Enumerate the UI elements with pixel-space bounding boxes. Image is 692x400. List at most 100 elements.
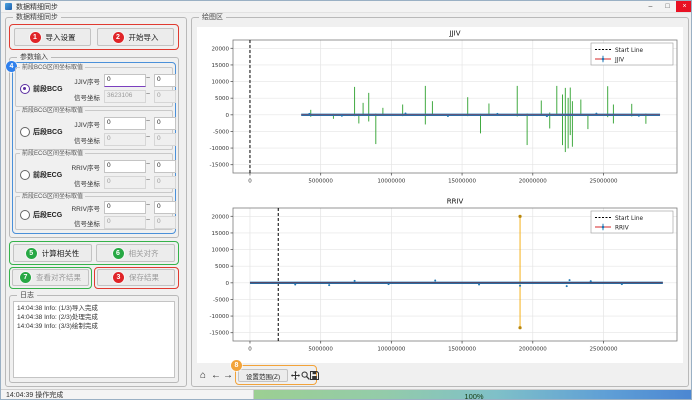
jjiv-index-to-input[interactable]: 0 bbox=[154, 74, 176, 87]
rear-bcg-radio[interactable]: 后段BCG bbox=[20, 127, 63, 137]
tilde: ~ bbox=[146, 161, 150, 168]
section-front-ecg: 前段ECG区间坐标取值 前段ECG RRIV序号 0 ~ 0 信号坐标 0 ~ … bbox=[15, 153, 173, 193]
svg-text:0: 0 bbox=[248, 179, 252, 185]
tilde: ~ bbox=[146, 202, 150, 209]
calc-correlation-button[interactable]: 5 计算相关性 bbox=[13, 244, 92, 262]
svg-text:RRIV: RRIV bbox=[615, 225, 629, 231]
signal-coord-from-input: 0 bbox=[104, 176, 146, 189]
calc-correlation-label: 计算相关性 bbox=[42, 248, 80, 259]
save-result-label: 保存结果 bbox=[129, 272, 159, 283]
svg-text:JJIV: JJIV bbox=[614, 57, 624, 63]
minimize-button[interactable]: – bbox=[642, 1, 659, 12]
save-result-button[interactable]: 3 保存结果 bbox=[97, 269, 175, 286]
svg-text:0: 0 bbox=[248, 347, 252, 353]
tilde: ~ bbox=[146, 177, 150, 184]
svg-text:20000000: 20000000 bbox=[519, 179, 547, 185]
radio-icon bbox=[20, 84, 30, 94]
step-6-badge: 6 bbox=[113, 248, 124, 259]
pan-icon[interactable] bbox=[290, 369, 300, 382]
svg-text:5000: 5000 bbox=[215, 96, 229, 102]
signal-coord-from-input: 3623106 bbox=[104, 90, 146, 103]
log-groupbox-title: 日志 bbox=[17, 291, 37, 300]
step-3-badge: 3 bbox=[113, 272, 124, 283]
maximize-button[interactable]: □ bbox=[659, 1, 676, 12]
step-1-badge: 1 bbox=[30, 32, 41, 43]
rriv-index-to-input[interactable]: 0 bbox=[154, 201, 176, 214]
svg-text:-5000: -5000 bbox=[213, 129, 229, 135]
save-icon[interactable] bbox=[309, 369, 319, 382]
close-button[interactable]: × bbox=[676, 1, 692, 12]
svg-text:-15000: -15000 bbox=[210, 163, 230, 169]
svg-text:0: 0 bbox=[226, 113, 230, 119]
svg-text:-10000: -10000 bbox=[210, 146, 230, 152]
left-groupbox-title: 数据精细同步 bbox=[13, 13, 61, 22]
tilde: ~ bbox=[146, 217, 150, 224]
rriv-index-from-input[interactable]: 0 bbox=[104, 201, 146, 214]
tilde: ~ bbox=[146, 75, 150, 82]
chart-rriv: 0500000010000000150000002000000025000000… bbox=[197, 195, 683, 361]
log-view: 14:04:38 Info: (1/3)导入完成 14:04:38 Info: … bbox=[13, 301, 175, 378]
section-rear-bcg-title: 后段BCG区间坐标取值 bbox=[20, 107, 85, 115]
title-bar: 数据精细同步 – □ × bbox=[1, 1, 692, 13]
jjiv-index-to-input[interactable]: 0 bbox=[154, 117, 176, 130]
rear-ecg-radio[interactable]: 后段ECG bbox=[20, 210, 62, 220]
correlation-align-label: 相关对齐 bbox=[129, 248, 159, 259]
svg-text:10000000: 10000000 bbox=[377, 179, 405, 185]
section-front-bcg-title: 前段BCG区间坐标取值 bbox=[20, 64, 85, 72]
import-settings-button[interactable]: 1 导入设置 bbox=[14, 28, 91, 46]
set-range-button[interactable]: 设置范围(Z) bbox=[238, 369, 288, 382]
log-line: 14:04:38 Info: (2/3)处理完成 bbox=[17, 313, 171, 322]
svg-text:10000000: 10000000 bbox=[377, 347, 405, 353]
front-ecg-radio[interactable]: 前段ECG bbox=[20, 170, 62, 180]
rriv-index-label: RRIV序号 bbox=[66, 162, 100, 172]
svg-text:-10000: -10000 bbox=[210, 314, 230, 320]
svg-text:-5000: -5000 bbox=[213, 297, 229, 303]
import-settings-label: 导入设置 bbox=[46, 32, 76, 43]
view-align-result-button[interactable]: 7 查看对齐结果 bbox=[12, 269, 89, 286]
signal-coord-to-input: 0 bbox=[154, 176, 176, 189]
app-icon bbox=[5, 3, 12, 10]
window-title: 数据精细同步 bbox=[16, 2, 58, 12]
radio-icon bbox=[20, 127, 30, 137]
svg-text:Start Line: Start Line bbox=[615, 48, 644, 54]
section-rear-ecg-title: 后段ECG区间坐标取值 bbox=[20, 193, 85, 201]
jjiv-index-label: JJIV序号 bbox=[66, 119, 100, 129]
jjiv-index-from-input[interactable]: 0 bbox=[104, 74, 146, 87]
signal-coord-label: 信号坐标 bbox=[66, 92, 100, 102]
step-2-badge: 2 bbox=[113, 32, 124, 43]
tilde: ~ bbox=[146, 118, 150, 125]
start-import-label: 开始导入 bbox=[129, 32, 159, 43]
jjiv-index-from-input[interactable]: 0 bbox=[104, 117, 146, 130]
home-icon[interactable]: ⌂ bbox=[197, 367, 209, 383]
svg-text:-15000: -15000 bbox=[210, 331, 230, 337]
plot-groupbox-title: 绘图区 bbox=[199, 13, 226, 22]
section-rear-ecg: 后段ECG区间坐标取值 后段ECG RRIV序号 0 ~ 0 信号坐标 0 ~ … bbox=[15, 196, 173, 230]
back-icon[interactable]: ← bbox=[210, 367, 222, 383]
step-7-badge: 7 bbox=[20, 272, 31, 283]
log-line: 14:04:39 Info: (3/3)绘制完成 bbox=[17, 322, 171, 331]
signal-coord-from-input: 0 bbox=[104, 216, 146, 229]
section-rear-bcg: 后段BCG区间坐标取值 后段BCG JJIV序号 0 ~ 0 信号坐标 0 ~ … bbox=[15, 110, 173, 150]
start-import-button[interactable]: 2 开始导入 bbox=[97, 28, 174, 46]
front-bcg-radio[interactable]: 前段BCG bbox=[20, 84, 63, 94]
signal-coord-label: 信号坐标 bbox=[66, 218, 100, 228]
signal-coord-to-input: 0 bbox=[154, 133, 176, 146]
radio-icon bbox=[20, 210, 30, 220]
correlation-align-button[interactable]: 6 相关对齐 bbox=[96, 244, 175, 262]
tilde: ~ bbox=[146, 91, 150, 98]
param-groupbox-title: 参数输入 bbox=[17, 53, 51, 62]
rriv-index-to-input[interactable]: 0 bbox=[154, 160, 176, 173]
chart-jjiv: 0500000010000000150000002000000025000000… bbox=[197, 27, 683, 193]
log-line: 14:04:38 Info: (1/3)导入完成 bbox=[17, 304, 171, 313]
rriv-index-from-input[interactable]: 0 bbox=[104, 160, 146, 173]
svg-text:10000: 10000 bbox=[212, 248, 230, 254]
signal-coord-to-input: 0 bbox=[154, 216, 176, 229]
svg-text:20000000: 20000000 bbox=[519, 347, 547, 353]
view-align-result-label: 查看对齐结果 bbox=[36, 272, 81, 283]
svg-text:5000000: 5000000 bbox=[308, 179, 333, 185]
radio-icon bbox=[20, 170, 30, 180]
signal-coord-label: 信号坐标 bbox=[66, 178, 100, 188]
svg-text:Start Line: Start Line bbox=[615, 216, 644, 222]
signal-coord-from-input: 0 bbox=[104, 133, 146, 146]
section-front-bcg: 前段BCG区间坐标取值 前段BCG JJIV序号 0 ~ 0 信号坐标 3623… bbox=[15, 67, 173, 107]
